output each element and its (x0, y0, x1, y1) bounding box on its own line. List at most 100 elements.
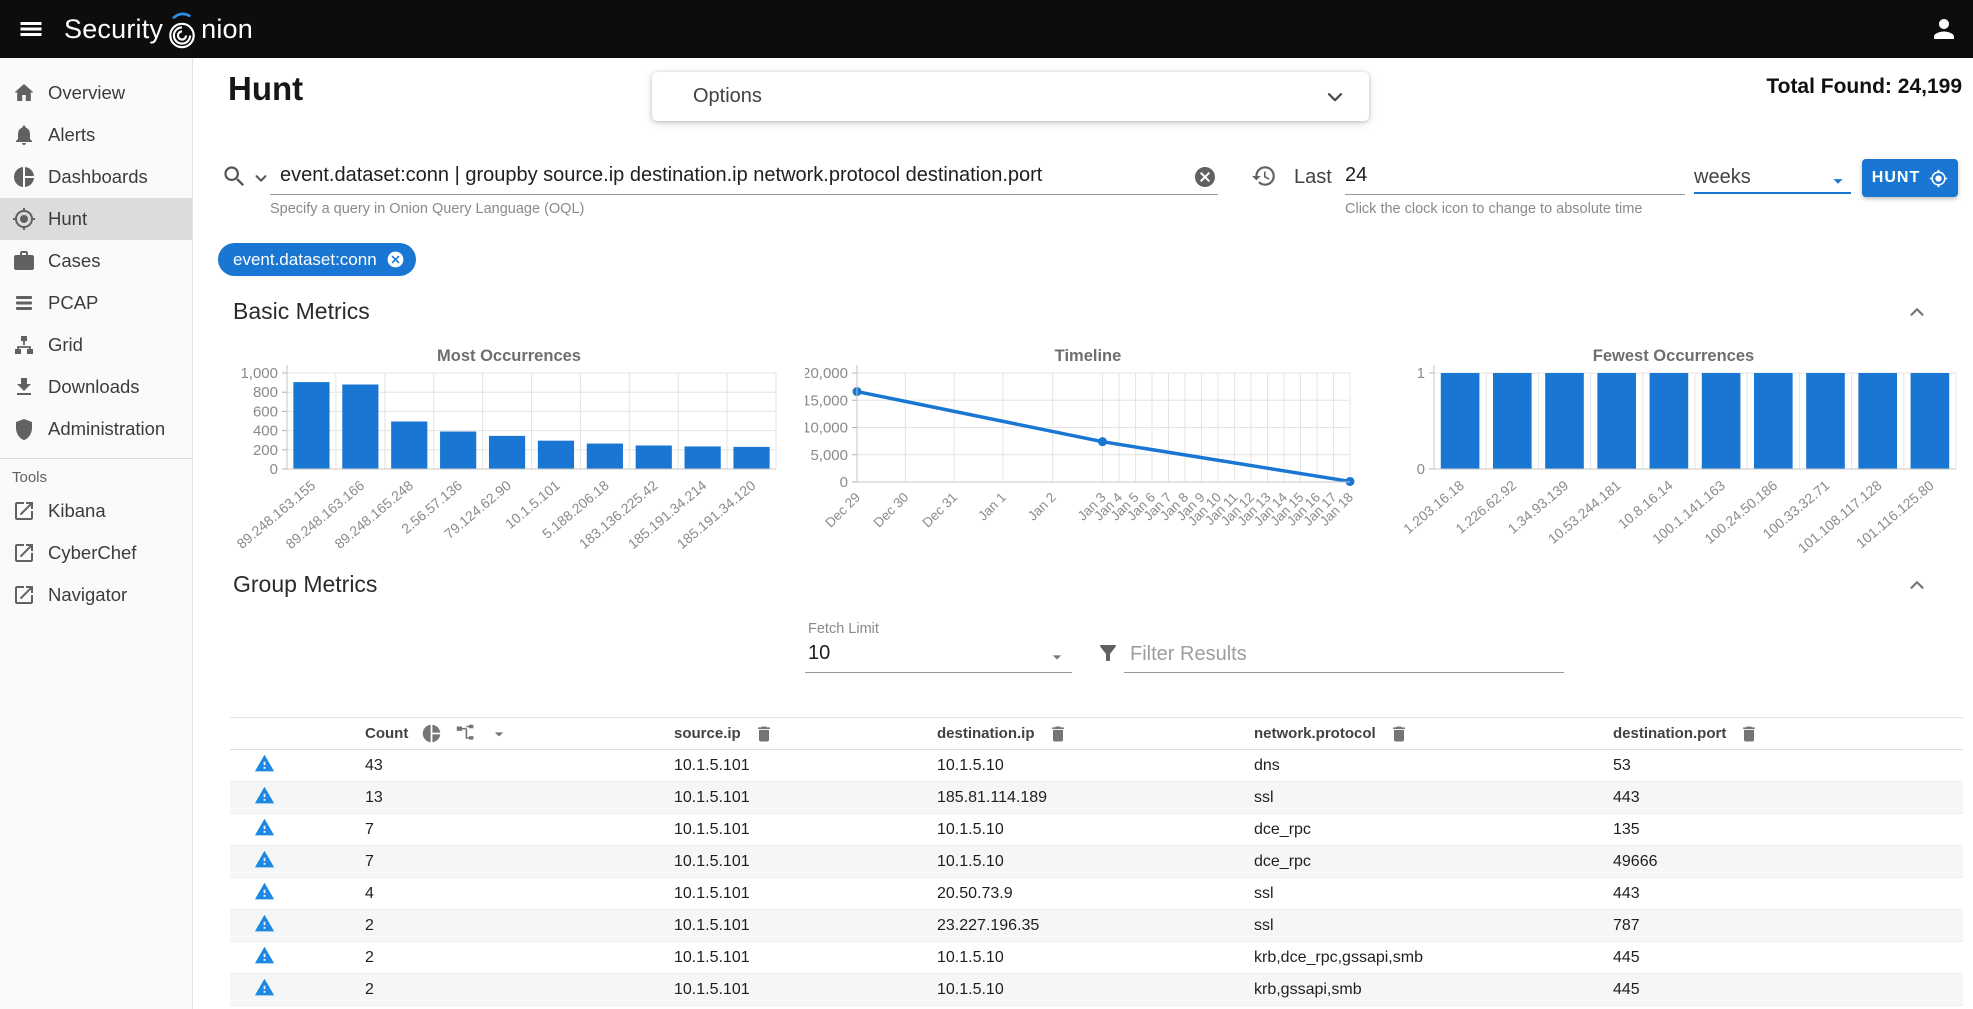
warning-icon[interactable] (254, 881, 275, 902)
filter-results-input[interactable] (1130, 640, 1555, 668)
relative-time-clock-icon[interactable] (1251, 163, 1277, 189)
time-unit-select[interactable]: weeks (1694, 166, 1751, 189)
cell-count: 4 (365, 885, 674, 903)
sidebar-item-downloads[interactable]: Downloads (0, 366, 192, 408)
time-unit-caret-icon[interactable] (1827, 170, 1849, 192)
table-row[interactable]: 1310.1.5.101185.81.114.189ssl443 (230, 782, 1963, 814)
table-row[interactable]: 210.1.5.10110.1.5.10krb,gssapi,smb445 (230, 974, 1963, 1006)
pie-chart-icon[interactable] (421, 723, 442, 744)
cell-source-ip: 10.1.5.101 (674, 949, 937, 967)
warning-icon[interactable] (254, 785, 275, 806)
sidebar-item-cases[interactable]: Cases (0, 240, 192, 282)
svg-text:0: 0 (840, 474, 848, 491)
delete-column-icon[interactable] (754, 724, 774, 744)
cell-network-protocol: ssl (1254, 917, 1613, 935)
warning-icon[interactable] (254, 753, 275, 774)
sidebar-item-alerts[interactable]: Alerts (0, 114, 192, 156)
cell-network-protocol: ssl (1254, 885, 1613, 903)
clear-query-icon[interactable] (1193, 165, 1217, 189)
brand-text-security: Security (64, 14, 163, 45)
svg-text:0: 0 (270, 461, 278, 478)
svg-text:Jan 1: Jan 1 (975, 490, 1009, 524)
fetch-limit-underline (805, 672, 1072, 673)
time-amount-input[interactable] (1345, 160, 1675, 190)
graph-icon[interactable] (455, 723, 476, 744)
sidebar-item-grid[interactable]: Grid (0, 324, 192, 366)
bars-icon (12, 291, 36, 315)
shield-icon (12, 417, 36, 441)
query-underline (270, 194, 1218, 195)
collapse-basic-metrics-icon[interactable] (1906, 301, 1928, 323)
table-row[interactable]: 710.1.5.10110.1.5.10dce_rpc135 (230, 814, 1963, 846)
group-metrics-title: Group Metrics (233, 571, 377, 598)
main-content: Hunt Options Total Found: 24,199 Specify… (193, 58, 1973, 1009)
cell-source-ip: 10.1.5.101 (674, 853, 937, 871)
sidebar-item-label: CyberChef (48, 542, 136, 564)
svg-text:200: 200 (253, 442, 278, 459)
sidebar-item-overview[interactable]: Overview (0, 72, 192, 114)
column-header-destination-ip[interactable]: destination.ip (937, 724, 1254, 744)
options-dropdown[interactable]: Options (652, 72, 1369, 121)
svg-text:Most Occurrences: Most Occurrences (437, 347, 581, 365)
warning-icon[interactable] (254, 849, 275, 870)
top-app-bar: Security nion (0, 0, 1973, 58)
sidebar-item-pcap[interactable]: PCAP (0, 282, 192, 324)
remove-filter-icon[interactable] (386, 250, 405, 269)
cell-network-protocol: ssl (1254, 789, 1613, 807)
hunt-button[interactable]: HUNT (1862, 159, 1958, 197)
total-found-label: Total Found: (1766, 75, 1892, 98)
menu-icon[interactable] (16, 14, 46, 44)
cell-count: 2 (365, 981, 674, 999)
hunt-crosshair-icon (1929, 169, 1948, 188)
query-input[interactable] (280, 160, 1188, 190)
sidebar: Overview AlertsDashboardsHuntCases PCAP Gri… (0, 58, 193, 1009)
sidebar-item-cyberchef[interactable]: CyberChef (0, 532, 192, 574)
delete-column-icon[interactable] (1389, 724, 1409, 744)
cell-destination-port: 443 (1613, 885, 1963, 903)
sidebar-item-kibana[interactable]: Kibana (0, 490, 192, 532)
column-header-destination-port[interactable]: destination.port (1613, 724, 1963, 744)
cell-network-protocol: dce_rpc (1254, 821, 1613, 839)
sidebar-item-label: PCAP (48, 292, 98, 314)
table-row[interactable]: 710.1.5.10110.1.5.10dce_rpc49666 (230, 846, 1963, 878)
total-found-value: 24,199 (1898, 75, 1962, 98)
total-found: Total Found: 24,199 (1766, 75, 1962, 99)
filter-chip-row: event.dataset:conn (218, 243, 416, 276)
warning-icon[interactable] (254, 817, 275, 838)
svg-text:0: 0 (1417, 461, 1425, 478)
user-avatar-icon[interactable] (1929, 14, 1959, 44)
column-header-count[interactable]: Count (365, 723, 674, 744)
delete-column-icon[interactable] (1739, 724, 1759, 744)
warning-icon[interactable] (254, 945, 275, 966)
group-metrics-table: Countsource.ipdestination.ipnetwork.prot… (230, 717, 1963, 1006)
fetch-limit-caret-icon[interactable] (1047, 647, 1067, 667)
filter-results-underline (1124, 672, 1564, 673)
sidebar-item-administration[interactable]: Administration (0, 408, 192, 450)
hunt-button-label: HUNT (1872, 169, 1920, 187)
query-helper: Specify a query in Onion Query Language … (270, 201, 584, 217)
svg-text:400: 400 (253, 423, 278, 440)
filter-chip[interactable]: event.dataset:conn (218, 243, 416, 276)
warning-icon[interactable] (254, 913, 275, 934)
sidebar-item-hunt[interactable]: Hunt (0, 198, 192, 240)
table-row[interactable]: 4310.1.5.10110.1.5.10dns53 (230, 750, 1963, 782)
delete-column-icon[interactable] (1048, 724, 1068, 744)
fetch-limit-select[interactable]: 10 (808, 642, 830, 665)
sidebar-item-navigator[interactable]: Navigator (0, 574, 192, 616)
query-caret-icon[interactable] (252, 169, 270, 187)
crosshair-icon (12, 207, 36, 231)
warning-icon[interactable] (254, 977, 275, 998)
app-logo: Security nion (64, 8, 253, 50)
filter-chip-label: event.dataset:conn (233, 250, 377, 270)
collapse-group-metrics-icon[interactable] (1906, 574, 1928, 596)
column-header-network-protocol[interactable]: network.protocol (1254, 724, 1613, 744)
sidebar-item-dashboards[interactable]: Dashboards (0, 156, 192, 198)
table-row[interactable]: 210.1.5.10110.1.5.10krb,dce_rpc,gssapi,s… (230, 942, 1963, 974)
caret-down-icon[interactable] (489, 724, 509, 744)
column-label: destination.port (1613, 725, 1726, 742)
cell-source-ip: 10.1.5.101 (674, 789, 937, 807)
sidebar-item-label: Overview (48, 82, 125, 104)
table-row[interactable]: 410.1.5.10120.50.73.9ssl443 (230, 878, 1963, 910)
column-header-source-ip[interactable]: source.ip (674, 724, 937, 744)
table-row[interactable]: 210.1.5.10123.227.196.35ssl787 (230, 910, 1963, 942)
